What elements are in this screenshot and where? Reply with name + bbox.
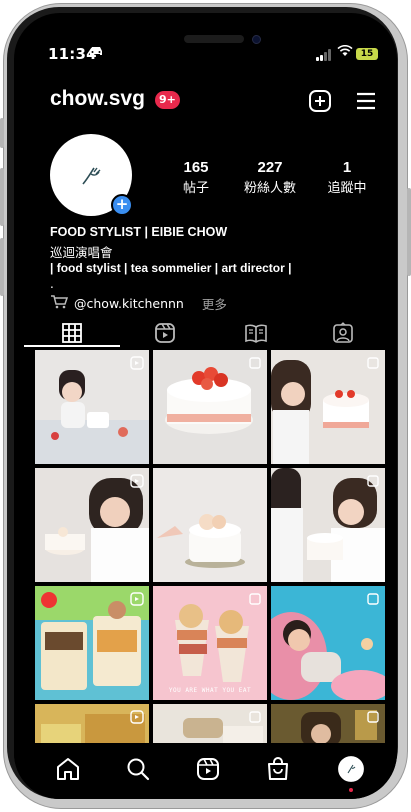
front-camera xyxy=(252,35,261,44)
grid-post[interactable] xyxy=(153,468,267,582)
bio-link-row: @chow.kitchennn 更多 xyxy=(50,294,227,313)
grid-post[interactable] xyxy=(153,350,267,464)
reels-icon xyxy=(155,323,175,343)
status-bar: 11:34 15 xyxy=(14,13,397,67)
speaker-notch xyxy=(184,35,244,43)
battery-indicator: 15 xyxy=(356,48,378,60)
grid-post[interactable] xyxy=(271,704,385,746)
multi-post-badge-icon xyxy=(366,355,380,369)
grid-post[interactable] xyxy=(153,704,267,746)
shopping-cart-icon xyxy=(50,295,69,312)
create-post-icon[interactable] xyxy=(308,89,332,113)
multi-post-badge-icon xyxy=(248,355,262,369)
power-button xyxy=(407,188,411,276)
volume-up-button xyxy=(0,168,4,226)
action-button xyxy=(0,118,4,148)
reel-badge-icon xyxy=(130,473,144,488)
tab-reels[interactable] xyxy=(117,316,213,350)
grid-post[interactable] xyxy=(35,468,149,582)
bio-line-2: | food stylist | tea sommelier | art dir… xyxy=(50,261,292,275)
bio-line-3: . xyxy=(50,277,54,291)
bio-line-1: 巡迴演唱會 xyxy=(50,245,113,260)
following-label: 追蹤中 xyxy=(327,181,367,196)
multi-post-badge-icon xyxy=(366,473,380,487)
grid-post[interactable] xyxy=(271,350,385,464)
tab-tagged[interactable] xyxy=(295,316,391,350)
multi-post-badge-icon xyxy=(366,709,380,723)
multi-post-badge-icon xyxy=(366,591,380,605)
search-icon[interactable] xyxy=(125,756,151,782)
grid-post[interactable]: YOU ARE WHAT YOU EAT xyxy=(153,586,267,700)
add-story-button[interactable]: + xyxy=(111,194,133,216)
menu-icon[interactable] xyxy=(354,89,378,113)
profile-username[interactable]: chow.svg xyxy=(50,87,145,111)
reel-badge-icon xyxy=(130,591,144,606)
tagged-person-icon xyxy=(333,322,353,343)
following-stat[interactable]: 1 追蹤中 xyxy=(323,159,371,196)
phone-screen: 11:34 15 chow.svg 9+ + 165 帖子 227 粉絲人數 1… xyxy=(14,13,397,799)
notification-dot xyxy=(349,788,353,792)
bio-link[interactable]: @chow.kitchennn xyxy=(74,296,184,311)
posts-label: 帖子 xyxy=(182,181,209,196)
followers-label: 粉絲人數 xyxy=(243,181,296,196)
grid-post[interactable] xyxy=(35,586,149,700)
grid-post[interactable] xyxy=(271,468,385,582)
home-icon[interactable] xyxy=(55,756,81,782)
bottom-nav xyxy=(14,743,397,799)
posts-count: 165 xyxy=(183,159,209,176)
signal-icon xyxy=(316,49,334,61)
tab-guides[interactable] xyxy=(208,316,304,350)
followers-count: 227 xyxy=(257,159,283,176)
multi-post-badge-icon xyxy=(248,709,262,723)
active-tab-indicator xyxy=(24,345,120,347)
grid-post[interactable] xyxy=(35,350,149,464)
grid-post[interactable] xyxy=(35,704,149,746)
profile-avatar-nav[interactable] xyxy=(338,756,364,782)
following-count: 1 xyxy=(342,159,352,176)
reel-badge-icon xyxy=(130,709,144,724)
notification-badge[interactable]: 9+ xyxy=(155,91,180,109)
guide-book-icon xyxy=(245,324,267,343)
volume-down-button xyxy=(0,238,4,296)
post-caption: YOU ARE WHAT YOU EAT xyxy=(168,687,252,694)
car-icon xyxy=(88,45,104,61)
grid-post[interactable] xyxy=(271,586,385,700)
reels-icon[interactable] xyxy=(195,756,221,782)
reel-badge-icon xyxy=(130,355,144,370)
more-link[interactable]: 更多 xyxy=(202,294,227,313)
posts-stat[interactable]: 165 帖子 xyxy=(174,159,218,196)
grid-icon xyxy=(62,323,82,343)
shop-icon[interactable] xyxy=(265,756,291,782)
bio-name: FOOD STYLIST | EIBIE CHOW xyxy=(50,225,228,239)
followers-stat[interactable]: 227 粉絲人數 xyxy=(240,159,300,196)
wifi-icon xyxy=(337,44,353,61)
multi-post-badge-icon xyxy=(248,591,262,605)
